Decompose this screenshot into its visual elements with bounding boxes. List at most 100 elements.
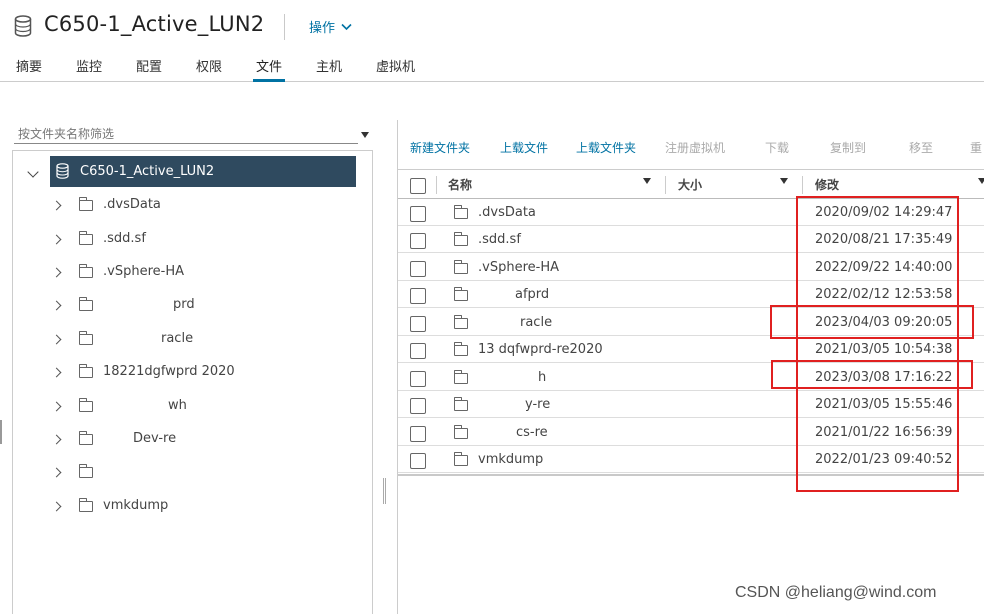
tree-item[interactable]: 18221dgfwprd 2020 bbox=[13, 359, 353, 387]
row-name: .dvsData bbox=[478, 205, 536, 220]
tab-files[interactable]: 文件 bbox=[253, 56, 286, 82]
folder-icon bbox=[454, 342, 468, 356]
row-name: vmkdump bbox=[478, 452, 544, 467]
tree-root-datastore[interactable]: C650-1_Active_LUN2 bbox=[50, 156, 356, 187]
folder-icon bbox=[454, 370, 468, 384]
folder-icon bbox=[79, 431, 93, 445]
row-checkbox[interactable] bbox=[410, 288, 426, 304]
folder-icon bbox=[454, 397, 468, 411]
folder-icon bbox=[79, 364, 93, 378]
row-name: h bbox=[538, 370, 547, 385]
chevron-down-icon[interactable] bbox=[27, 166, 39, 178]
watermark: CSDN @heliang@wind.com bbox=[735, 584, 937, 601]
tree-item-label: .vSphere-HA bbox=[103, 264, 184, 279]
register-vm-button[interactable]: 注册虚拟机 bbox=[665, 139, 725, 156]
row-name: 13 dqfwprd-re2020 bbox=[478, 342, 603, 357]
row-checkbox[interactable] bbox=[410, 398, 426, 414]
folder-icon bbox=[79, 464, 93, 478]
collapse-handle[interactable] bbox=[0, 420, 2, 444]
folder-icon bbox=[79, 231, 93, 245]
tree-item[interactable]: .vSphere-HA bbox=[13, 259, 353, 287]
tree-root-label: C650-1_Active_LUN2 bbox=[80, 164, 215, 179]
tree-item[interactable]: prd bbox=[13, 292, 353, 320]
copy-to-button[interactable]: 复制到 bbox=[830, 139, 866, 156]
folder-tree: C650-1_Active_LUN2 .dvsData .sdd.sf .vSp… bbox=[12, 150, 373, 614]
folder-icon bbox=[454, 205, 468, 219]
download-button[interactable]: 下载 bbox=[765, 139, 789, 156]
tab-vms[interactable]: 虚拟机 bbox=[376, 56, 415, 82]
tree-item[interactable] bbox=[13, 459, 353, 487]
column-divider bbox=[802, 176, 803, 194]
chevron-right-icon[interactable] bbox=[51, 300, 62, 311]
column-header-modified[interactable]: 修改 bbox=[815, 176, 839, 193]
row-checkbox[interactable] bbox=[410, 261, 426, 277]
chevron-right-icon[interactable] bbox=[51, 467, 62, 478]
folder-icon bbox=[454, 260, 468, 274]
filter-icon[interactable] bbox=[780, 178, 788, 184]
tree-item-label: vmkdump bbox=[103, 498, 169, 513]
folder-icon bbox=[454, 315, 468, 329]
tree-item[interactable]: Dev-re bbox=[13, 426, 353, 454]
tree-item-label: prd bbox=[173, 297, 195, 312]
chevron-right-icon[interactable] bbox=[51, 200, 62, 211]
tab-configure[interactable]: 配置 bbox=[136, 56, 162, 82]
folder-icon bbox=[79, 264, 93, 278]
actions-label: 操作 bbox=[309, 21, 336, 36]
folder-icon bbox=[79, 331, 93, 345]
rename-button[interactable]: 重 bbox=[970, 139, 982, 156]
tree-item-label: Dev-re bbox=[133, 431, 177, 446]
filter-icon[interactable] bbox=[643, 178, 651, 184]
chevron-right-icon[interactable] bbox=[51, 334, 62, 345]
folder-icon bbox=[79, 398, 93, 412]
datastore-icon bbox=[56, 163, 69, 179]
chevron-right-icon[interactable] bbox=[51, 234, 62, 245]
filter-icon[interactable] bbox=[978, 178, 984, 184]
column-divider bbox=[665, 176, 666, 194]
tab-bar: 摘要 监控 配置 权限 文件 主机 虚拟机 bbox=[0, 52, 984, 82]
column-divider bbox=[436, 176, 437, 194]
tree-item[interactable]: .dvsData bbox=[13, 192, 353, 220]
upload-file-button[interactable]: 上载文件 bbox=[500, 139, 548, 156]
row-name: y-re bbox=[525, 397, 551, 412]
chevron-right-icon[interactable] bbox=[51, 267, 62, 278]
column-header-name[interactable]: 名称 bbox=[448, 176, 472, 193]
pane-splitter[interactable] bbox=[383, 478, 386, 504]
tab-hosts[interactable]: 主机 bbox=[316, 56, 342, 82]
tab-permissions[interactable]: 权限 bbox=[196, 56, 222, 82]
row-checkbox[interactable] bbox=[410, 343, 426, 359]
tree-item[interactable]: racle bbox=[13, 326, 353, 354]
folder-icon bbox=[454, 425, 468, 439]
highlight-box-modified-column bbox=[796, 196, 959, 492]
chevron-right-icon[interactable] bbox=[51, 367, 62, 378]
chevron-right-icon[interactable] bbox=[51, 501, 62, 512]
row-checkbox[interactable] bbox=[410, 453, 426, 469]
tree-item-label: racle bbox=[161, 331, 194, 346]
select-all-checkbox[interactable] bbox=[410, 178, 426, 194]
new-folder-button[interactable]: 新建文件夹 bbox=[410, 139, 470, 156]
tree-item[interactable]: vmkdump bbox=[13, 493, 353, 521]
row-checkbox[interactable] bbox=[410, 371, 426, 387]
chevron-right-icon[interactable] bbox=[51, 401, 62, 412]
grid-header: 名称 大小 修改 bbox=[398, 171, 984, 199]
upload-folder-button[interactable]: 上载文件夹 bbox=[576, 139, 636, 156]
filter-icon[interactable] bbox=[361, 132, 369, 138]
header-divider bbox=[284, 14, 285, 40]
actions-menu-button[interactable]: 操作 bbox=[309, 17, 352, 36]
chevron-right-icon[interactable] bbox=[51, 434, 62, 445]
row-checkbox[interactable] bbox=[410, 316, 426, 332]
tree-item[interactable]: wh bbox=[13, 393, 353, 421]
row-checkbox[interactable] bbox=[410, 233, 426, 249]
column-header-size[interactable]: 大小 bbox=[678, 176, 702, 193]
row-name: cs-re bbox=[516, 425, 548, 440]
folder-filter-input[interactable]: 按文件夹名称筛选 bbox=[14, 122, 358, 144]
tree-item-label: 18221dgfwprd 2020 bbox=[103, 364, 235, 379]
file-toolbar: 新建文件夹 上载文件 上载文件夹 注册虚拟机 下载 复制到 移至 重 bbox=[398, 120, 984, 170]
tree-item-label: wh bbox=[168, 398, 187, 413]
tab-summary[interactable]: 摘要 bbox=[16, 56, 42, 82]
row-checkbox[interactable] bbox=[410, 426, 426, 442]
tab-monitor[interactable]: 监控 bbox=[76, 56, 102, 82]
tree-item[interactable]: .sdd.sf bbox=[13, 226, 353, 254]
tree-item-label: .sdd.sf bbox=[103, 231, 146, 246]
move-to-button[interactable]: 移至 bbox=[909, 139, 933, 156]
row-checkbox[interactable] bbox=[410, 206, 426, 222]
